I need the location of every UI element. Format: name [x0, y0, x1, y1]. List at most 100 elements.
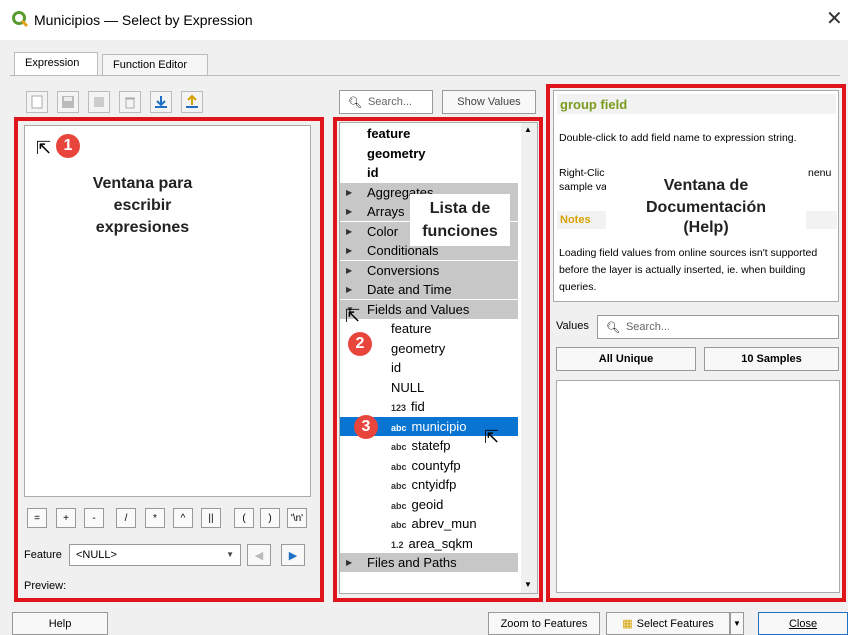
function-search-input[interactable]: 🔍︎ Search...	[339, 90, 433, 114]
annotation-left-line1: Ventana para	[92, 175, 193, 192]
annotation-badge-2: 2	[348, 332, 372, 356]
tree-item-text: countyfp	[411, 457, 461, 473]
op-power-button[interactable]: ^	[173, 508, 193, 528]
tree-item-text: statefp	[411, 438, 451, 453]
tree-item-label: Color	[367, 222, 398, 241]
field-type-icon: abc	[391, 481, 407, 491]
tree-item-label: abc geoid	[391, 495, 443, 516]
tree-item-label: 123 fid	[391, 397, 425, 418]
new-file-icon[interactable]	[26, 91, 48, 113]
op-newline-button[interactable]: '\n'	[287, 508, 307, 528]
op-close-paren-button[interactable]: )	[260, 508, 280, 528]
expand-arrow-icon[interactable]: ▶	[346, 261, 352, 280]
values-search-input[interactable]: 🔍︎ Search...	[597, 315, 839, 339]
op-equals-button[interactable]: =	[27, 508, 47, 528]
close-button[interactable]: Close	[758, 612, 848, 635]
tree-group-item[interactable]: ▼ Fields and Values	[340, 299, 518, 319]
tree-field-item[interactable]: abc cntyidfp	[340, 475, 518, 494]
tree-item-text: Color	[367, 223, 399, 239]
tree-item-text: Arrays	[367, 204, 405, 219]
tree-item-label: feature	[367, 124, 410, 143]
tree-group-item[interactable]: ▶ Files and Paths	[340, 553, 518, 572]
tree-field-item[interactable]: NULL	[340, 378, 518, 397]
tab-divider	[10, 75, 840, 76]
tree-item-label: geometry	[367, 144, 426, 163]
help-line3: sample va	[559, 181, 607, 193]
expand-arrow-icon[interactable]: ▶	[346, 553, 352, 572]
scroll-up-icon[interactable]: ▲	[524, 125, 532, 134]
ten-samples-button[interactable]: 10 Samples	[704, 347, 839, 371]
save-icon[interactable]	[57, 91, 79, 113]
tree-item-text: NULL	[391, 379, 425, 395]
tree-field-item[interactable]: 123 fid	[340, 397, 518, 416]
tree-group-item[interactable]: ▶ Conversions	[340, 260, 518, 280]
tab-expression[interactable]: Expression	[14, 52, 98, 76]
tree-item-text: municipio	[411, 418, 467, 434]
tree-scrollbar[interactable]	[521, 123, 537, 593]
help-title: group field	[557, 94, 836, 114]
expand-arrow-icon[interactable]: ▶	[346, 280, 352, 299]
op-multiply-button[interactable]: *	[145, 508, 165, 528]
values-label: Values	[556, 320, 589, 332]
op-divide-button[interactable]: /	[116, 508, 136, 528]
next-feature-button[interactable]: ▶	[281, 544, 305, 566]
expand-arrow-icon[interactable]: ▶	[346, 183, 352, 202]
field-type-icon: abc	[391, 461, 407, 472]
edit-icon[interactable]	[88, 91, 110, 113]
tree-item[interactable]: id	[340, 163, 518, 182]
tree-item-label: abc statefp	[391, 436, 451, 457]
tree-item-text: geometry	[367, 145, 426, 161]
select-features-dropdown-icon[interactable]: ▼	[730, 612, 744, 635]
tree-field-item[interactable]: abc abrev_mun	[340, 514, 518, 533]
tree-item-label: feature	[391, 319, 431, 338]
tree-field-item[interactable]: abc geoid	[340, 495, 518, 514]
tree-item-text: feature	[391, 321, 432, 336]
tree-field-item[interactable]: abc countyfp	[340, 456, 518, 475]
close-window-icon[interactable]: ✕	[826, 6, 843, 31]
feature-label: Feature	[24, 549, 62, 561]
show-values-button[interactable]: Show Values	[442, 90, 536, 114]
all-unique-button[interactable]: All Unique	[556, 347, 696, 371]
select-features-button[interactable]: ▦ Select Features	[606, 612, 730, 635]
tab-function-editor[interactable]: Function Editor	[102, 54, 208, 76]
op-concat-button[interactable]: ||	[201, 508, 221, 528]
help-notes-body: Loading field values from online sources…	[559, 247, 818, 293]
tree-item-text: Date and Time	[367, 282, 452, 297]
qgis-logo-icon	[12, 11, 29, 30]
tree-item-text: id	[367, 165, 379, 180]
import-icon[interactable]	[150, 91, 172, 113]
tree-item-label: 1.2 area_sqkm	[391, 534, 473, 555]
tree-item-text: Files and Paths	[367, 555, 457, 570]
tree-item[interactable]: geometry	[340, 144, 518, 163]
annotation-badge-3: 3	[354, 415, 378, 439]
tree-field-item[interactable]: id	[340, 358, 518, 377]
previous-feature-button[interactable]: ◀	[247, 544, 271, 566]
search-icon: 🔍︎	[606, 321, 620, 334]
help-line1: Double-click to add field name to expres…	[559, 132, 797, 144]
help-line2b: nenu	[808, 167, 832, 179]
scroll-down-icon[interactable]: ▼	[524, 580, 532, 589]
tree-field-item[interactable]: 1.2 area_sqkm	[340, 534, 518, 553]
tree-item[interactable]: feature	[340, 124, 518, 143]
mouse-cursor-icon: ⇱	[36, 138, 52, 158]
delete-icon[interactable]	[119, 91, 141, 113]
zoom-to-features-button[interactable]: Zoom to Features	[488, 612, 600, 635]
feature-select[interactable]: <NULL> ▼	[69, 544, 241, 566]
op-plus-button[interactable]: +	[56, 508, 76, 528]
expand-arrow-icon[interactable]: ▶	[346, 222, 352, 241]
expand-arrow-icon[interactable]: ▶	[346, 241, 352, 260]
op-open-paren-button[interactable]: (	[234, 508, 254, 528]
tree-item-label: id	[367, 163, 379, 182]
expand-arrow-icon[interactable]: ▶	[346, 202, 352, 221]
feature-select-value: <NULL>	[76, 549, 117, 561]
help-button[interactable]: Help	[12, 612, 108, 635]
tree-item-label: Fields and Values	[367, 300, 469, 319]
tree-item-text: fid	[411, 399, 425, 414]
select-features-label: Select Features	[636, 617, 714, 630]
op-minus-button[interactable]: -	[84, 508, 104, 528]
tree-group-item[interactable]: ▶ Date and Time	[340, 280, 518, 299]
export-icon[interactable]	[181, 91, 203, 113]
field-type-icon: 1.2	[391, 539, 404, 550]
tree-item-label: geometry	[391, 339, 445, 358]
values-list[interactable]	[556, 380, 840, 593]
